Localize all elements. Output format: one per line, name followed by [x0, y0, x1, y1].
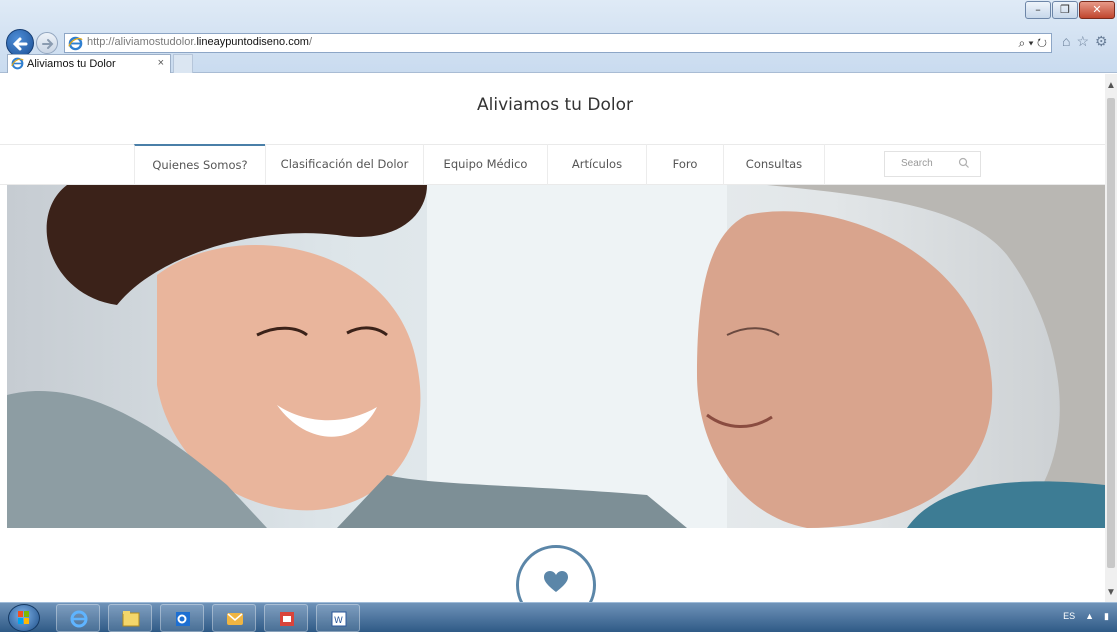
taskbar-word[interactable]: W	[316, 604, 360, 632]
ie-page-icon	[68, 36, 83, 51]
menu-item-clasificacion-del-dolor[interactable]: Clasificación del Dolor	[265, 144, 423, 185]
taskbar-file-explorer[interactable]	[108, 604, 152, 632]
search-icon[interactable]	[958, 157, 970, 169]
forward-arrow-icon	[42, 39, 54, 49]
minimize-button[interactable]: –	[1025, 1, 1051, 19]
window-controls: – ❐ ✕	[1024, 1, 1115, 19]
start-button[interactable]	[8, 604, 40, 632]
browser-tab[interactable]: Aliviamos tu Dolor ×	[7, 54, 171, 73]
search-placeholder: Search	[901, 158, 933, 169]
settings-gear-icon[interactable]: ⚙	[1095, 33, 1108, 50]
file-explorer-icon	[122, 611, 140, 627]
forward-button[interactable]	[36, 32, 58, 54]
back-button[interactable]	[6, 29, 34, 57]
windows-taskbar: W ES ▲ ▮	[0, 602, 1117, 632]
taskbar-pdf-reader[interactable]	[264, 604, 308, 632]
taskbar-internet-explorer[interactable]	[56, 604, 100, 632]
taskbar-outlook[interactable]	[160, 604, 204, 632]
close-window-button[interactable]: ✕	[1079, 1, 1115, 19]
word-icon: W	[331, 611, 347, 627]
language-indicator[interactable]: ES	[1063, 611, 1075, 622]
maximize-button[interactable]: ❐	[1052, 1, 1078, 19]
url-suffix: /	[308, 36, 313, 48]
system-tray: ES ▲ ▮	[1063, 611, 1109, 622]
browser-chrome: – ❐ ✕ http://aliviamostudolor.lineaypunt…	[0, 0, 1117, 73]
main-menu: Quienes Somos? Clasificación del Dolor E…	[0, 144, 1105, 185]
internet-explorer-icon	[70, 610, 88, 628]
address-bar[interactable]: http://aliviamostudolor.lineaypuntodisen…	[64, 33, 1052, 53]
menu-item-consultas[interactable]: Consultas	[723, 144, 825, 185]
url-domain: lineaypuntodiseno.com	[196, 36, 309, 48]
pdf-reader-icon	[280, 612, 294, 626]
messenger-icon	[227, 613, 243, 625]
menu-item-articulos[interactable]: Artículos	[547, 144, 646, 185]
home-icon[interactable]: ⌂	[1062, 33, 1070, 50]
scroll-down-arrow-icon[interactable]: ▼	[1106, 587, 1116, 598]
caregiver-and-elderly-woman-photo	[7, 185, 1105, 528]
outlook-icon	[176, 612, 190, 626]
tray-expand-icon[interactable]: ▲	[1085, 611, 1094, 622]
favorites-star-icon[interactable]: ☆	[1076, 33, 1089, 50]
ie-tab-icon	[11, 57, 24, 70]
menu-item-quienes-somos[interactable]: Quienes Somos?	[134, 144, 265, 185]
tab-close-button[interactable]: ×	[158, 57, 164, 69]
svg-text:W: W	[334, 616, 343, 626]
url-text[interactable]: http://aliviamostudolor.lineaypuntodisen…	[87, 36, 312, 48]
browser-toolbar-icons: ⌂ ☆ ⚙	[1062, 33, 1108, 50]
menu-item-foro[interactable]: Foro	[646, 144, 723, 185]
vertical-scrollbar[interactable]: ▲ ▼	[1105, 74, 1117, 602]
url-prefix: http://aliviamostudolor.	[87, 36, 197, 48]
address-search-refresh-icons[interactable]: ⌕ ▾ ↻	[1018, 36, 1047, 51]
search-input[interactable]: Search	[884, 151, 981, 177]
hero-image	[7, 185, 1105, 528]
new-tab-button[interactable]	[173, 54, 193, 73]
scroll-up-arrow-icon[interactable]: ▲	[1106, 80, 1116, 91]
windows-logo-icon	[18, 611, 29, 624]
scrollbar-thumb[interactable]	[1107, 98, 1115, 568]
menu-item-equipo-medico[interactable]: Equipo Médico	[423, 144, 547, 185]
taskbar-messenger[interactable]	[212, 604, 256, 632]
site-title[interactable]: Aliviamos tu Dolor	[0, 95, 1110, 115]
tab-title: Aliviamos tu Dolor	[27, 58, 116, 70]
signal-icon[interactable]: ▮	[1104, 611, 1109, 622]
